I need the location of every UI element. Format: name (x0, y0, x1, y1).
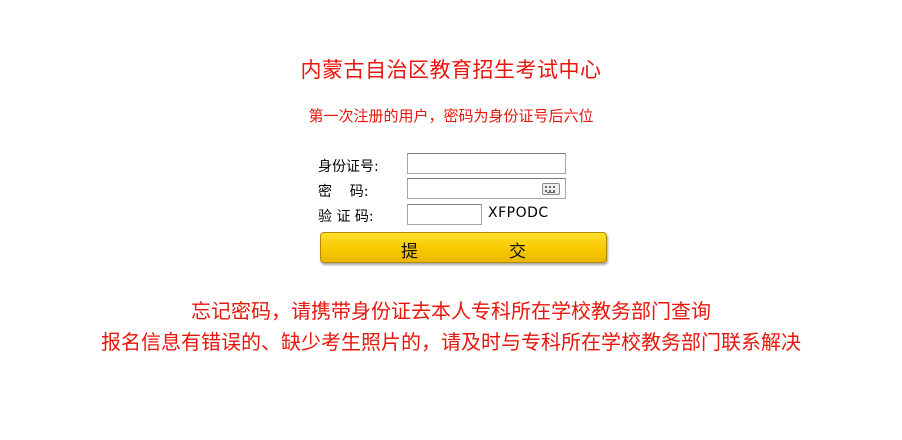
submit-label-right: 交 (509, 242, 526, 262)
info-error-notice: 报名信息有错误的、缺少考生照片的，请及时与专科所在学校教务部门联系解决 (101, 330, 801, 354)
submit-button[interactable]: 提 交 (320, 232, 607, 263)
submit-label-left: 提 (401, 242, 418, 262)
captcha-input[interactable] (407, 204, 482, 225)
page-title: 内蒙古自治区教育招生考试中心 (300, 58, 602, 82)
login-page: 内蒙古自治区教育招生考试中心 第一次注册的用户，密码为身份证号后六位 身份证号:… (0, 0, 902, 440)
page-subtitle: 第一次注册的用户，密码为身份证号后六位 (308, 107, 594, 125)
password-label: 密 码: (318, 184, 369, 200)
id-number-input[interactable] (407, 153, 566, 174)
id-number-label: 身份证号: (318, 159, 379, 175)
keyboard-icon[interactable] (542, 183, 560, 195)
captcha-label: 验 证 码: (318, 209, 374, 225)
forgot-password-notice: 忘记密码，请携带身份证去本人专科所在学校教务部门查询 (191, 299, 711, 323)
captcha-code[interactable]: XFPODC (488, 205, 549, 221)
